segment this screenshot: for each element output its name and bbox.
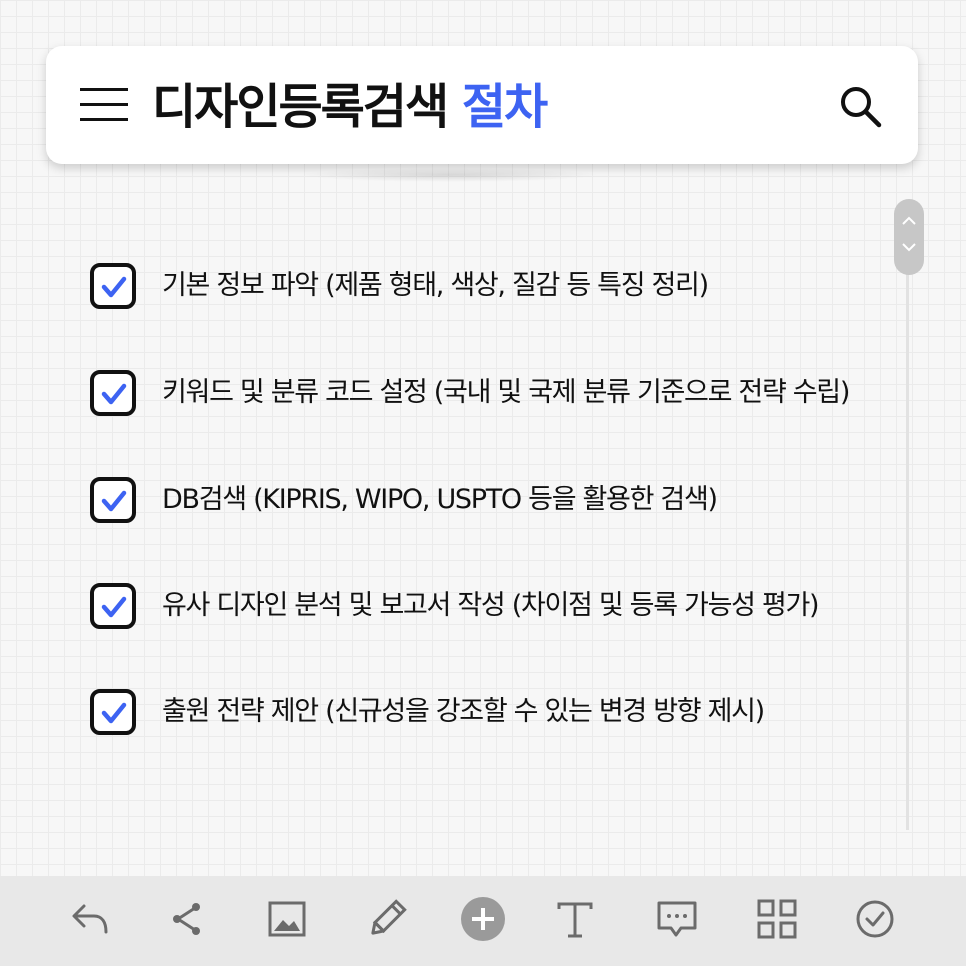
page-title-main: 디자인등록검색 [152, 79, 449, 135]
hamburger-icon[interactable] [80, 86, 128, 124]
grid-icon[interactable] [754, 896, 800, 942]
pencil-icon[interactable] [364, 896, 410, 942]
checklist-item-label: 출원 전략 제안 (신규성을 강조할 수 있는 변경 방향 제시) [162, 696, 765, 727]
checklist-item-label: 유사 디자인 분석 및 보고서 작성 (차이점 및 등록 가능성 평가) [162, 590, 820, 621]
undo-icon[interactable] [68, 896, 114, 942]
checklist-item-label: 기본 정보 파악 (제품 형태, 색상, 질감 등 특징 정리) [162, 270, 709, 301]
page-title-accent: 절차 [461, 79, 548, 135]
chevron-up-icon [902, 216, 916, 225]
chevron-down-icon [902, 243, 916, 252]
text-icon[interactable] [552, 896, 598, 942]
checkbox[interactable] [90, 263, 136, 309]
search-icon[interactable] [836, 82, 884, 130]
checkbox[interactable] [90, 370, 136, 416]
check-icon [101, 596, 127, 618]
checklist-item: DB검색 (KIPRIS, WIPO, USPTO 등을 활용한 검색) [90, 477, 910, 533]
comment-icon[interactable] [654, 896, 700, 942]
checklist-item: 기본 정보 파악 (제품 형태, 색상, 질감 등 특징 정리) [90, 263, 910, 319]
header-shadow [300, 168, 600, 182]
check-circle-icon[interactable] [852, 896, 898, 942]
checkbox[interactable] [90, 477, 136, 523]
add-icon[interactable] [460, 896, 506, 942]
checklist-item-label: DB검색 (KIPRIS, WIPO, USPTO 등을 활용한 검색) [162, 484, 718, 515]
check-icon [101, 490, 127, 512]
bottom-toolbar [0, 876, 966, 966]
check-icon [101, 276, 127, 298]
checkbox[interactable] [90, 689, 136, 735]
checklist-item: 출원 전략 제안 (신규성을 강조할 수 있는 변경 방향 제시) [90, 689, 910, 745]
checkbox[interactable] [90, 583, 136, 629]
checklist-item: 유사 디자인 분석 및 보고서 작성 (차이점 및 등록 가능성 평가) [90, 583, 910, 639]
page-title: 디자인등록검색 절차 [152, 72, 548, 142]
checklist-item: 키워드 및 분류 코드 설정 (국내 및 국제 분류 기준으로 전략 수립) [90, 370, 910, 426]
check-icon [101, 383, 127, 405]
share-icon[interactable] [164, 896, 210, 942]
checklist-item-label: 키워드 및 분류 코드 설정 (국내 및 국제 분류 기준으로 전략 수립) [162, 377, 850, 408]
check-icon [101, 702, 127, 724]
image-icon[interactable] [264, 896, 310, 942]
